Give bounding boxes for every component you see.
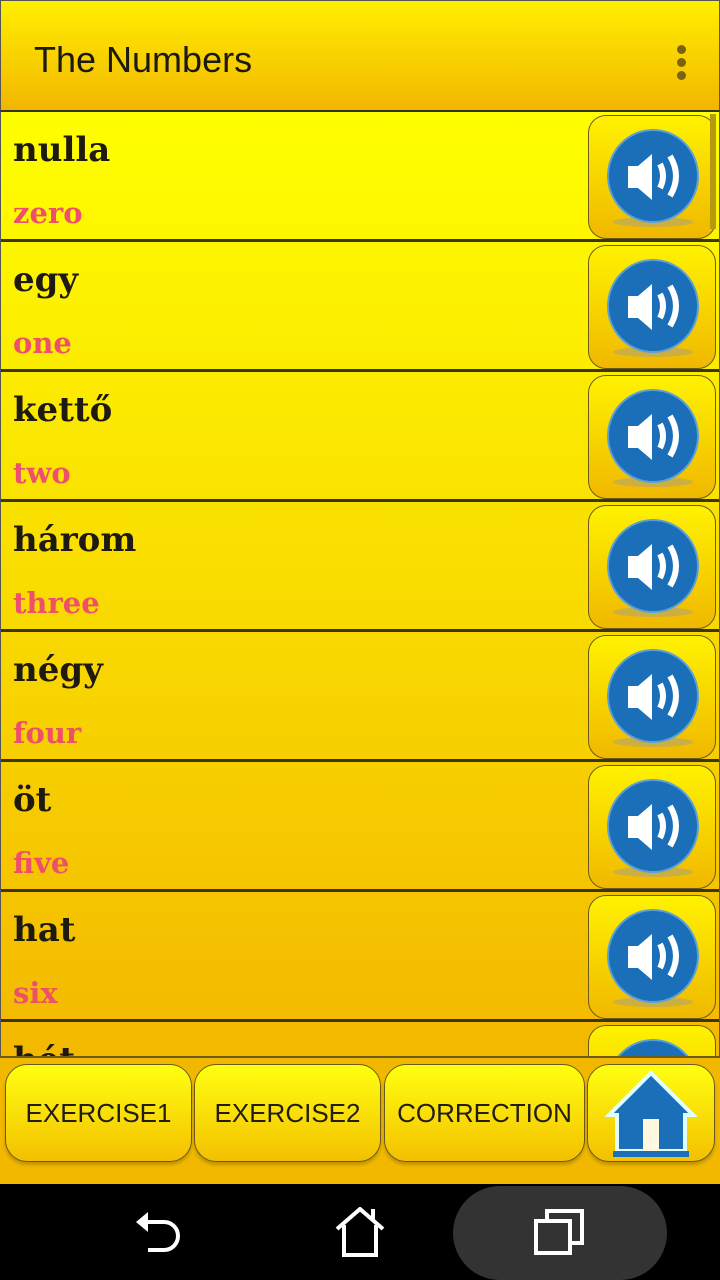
list-item: hat six bbox=[1, 892, 719, 1022]
home-nav-button[interactable] bbox=[300, 1184, 420, 1280]
back-button[interactable] bbox=[100, 1184, 220, 1280]
word-list[interactable]: nulla zero egy one kettő two három three… bbox=[0, 112, 720, 1056]
play-sound-button[interactable] bbox=[588, 635, 716, 759]
translation-text: zero bbox=[13, 196, 83, 230]
exercise1-button[interactable]: EXERCISE1 bbox=[5, 1064, 192, 1162]
list-item: négy four bbox=[1, 632, 719, 762]
system-nav-bar bbox=[0, 1184, 720, 1280]
translation-text: one bbox=[13, 326, 72, 360]
translation-text: five bbox=[13, 846, 70, 880]
home-button[interactable] bbox=[587, 1064, 715, 1162]
recents-button[interactable] bbox=[500, 1184, 620, 1280]
translation-text: six bbox=[13, 976, 58, 1010]
scrollbar[interactable] bbox=[710, 114, 716, 229]
play-sound-button[interactable] bbox=[588, 375, 716, 499]
play-sound-button[interactable] bbox=[588, 765, 716, 889]
list-item: öt five bbox=[1, 762, 719, 892]
recents-icon bbox=[534, 1209, 584, 1255]
translation-text: three bbox=[13, 586, 100, 620]
play-sound-button[interactable] bbox=[588, 115, 716, 239]
play-sound-button[interactable] bbox=[588, 505, 716, 629]
word-text: három bbox=[13, 520, 137, 560]
speaker-icon bbox=[607, 909, 699, 1007]
home-outline-icon bbox=[335, 1207, 385, 1257]
back-icon bbox=[136, 1212, 180, 1252]
translation-text: four bbox=[13, 716, 82, 750]
word-text: öt bbox=[13, 780, 52, 820]
speaker-icon bbox=[607, 129, 699, 227]
play-sound-button[interactable] bbox=[588, 245, 716, 369]
speaker-icon bbox=[607, 519, 699, 617]
speaker-icon bbox=[617, 1039, 689, 1056]
speaker-icon bbox=[607, 259, 699, 357]
page-title: The Numbers bbox=[34, 39, 253, 80]
word-text: négy bbox=[13, 650, 103, 690]
app-bar: The Numbers bbox=[0, 0, 720, 112]
list-item: hét bbox=[1, 1022, 719, 1056]
word-text: kettő bbox=[13, 390, 113, 430]
word-text: egy bbox=[13, 260, 79, 300]
speaker-icon bbox=[607, 389, 699, 487]
list-item: nulla zero bbox=[1, 112, 719, 242]
list-item: kettő two bbox=[1, 372, 719, 502]
home-icon bbox=[604, 1070, 698, 1157]
speaker-icon bbox=[607, 649, 699, 747]
list-item: három three bbox=[1, 502, 719, 632]
word-text: hét bbox=[13, 1040, 75, 1056]
word-text: hat bbox=[13, 910, 76, 950]
exercise2-button[interactable]: EXERCISE2 bbox=[194, 1064, 381, 1162]
speaker-icon bbox=[607, 779, 699, 877]
list-item: egy one bbox=[1, 242, 719, 372]
more-vert-icon[interactable] bbox=[677, 45, 687, 81]
word-text: nulla bbox=[13, 130, 111, 170]
bottom-bar: EXERCISE1 EXERCISE2 CORRECTION bbox=[0, 1056, 720, 1184]
play-sound-button[interactable] bbox=[588, 1025, 716, 1056]
play-sound-button[interactable] bbox=[588, 895, 716, 1019]
correction-button[interactable]: CORRECTION bbox=[384, 1064, 585, 1162]
translation-text: two bbox=[13, 456, 71, 490]
